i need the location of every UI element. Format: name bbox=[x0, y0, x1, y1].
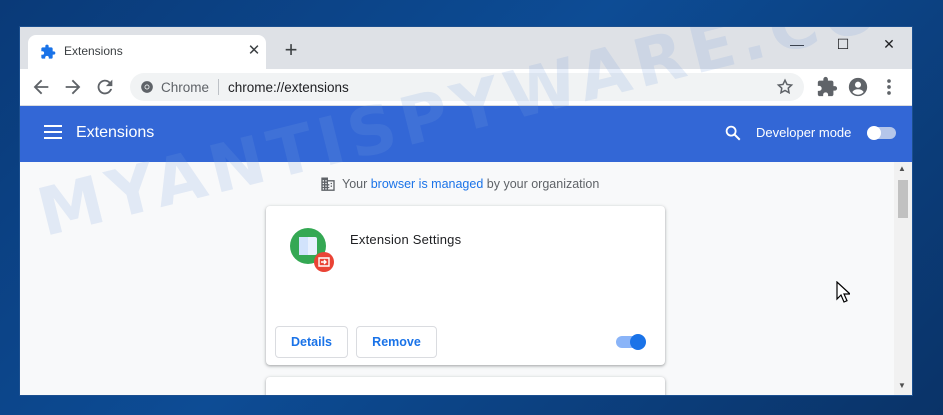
puzzle-icon[interactable] bbox=[816, 76, 838, 98]
reload-icon[interactable] bbox=[94, 76, 116, 98]
remove-button[interactable]: Remove bbox=[356, 326, 437, 358]
more-vert-icon[interactable] bbox=[878, 76, 900, 98]
tab-strip: Extensions ✕ + — ☐ ✕ bbox=[20, 27, 912, 69]
developer-mode-label: Developer mode bbox=[756, 125, 852, 140]
separator bbox=[218, 79, 219, 95]
address-bar[interactable]: Chrome chrome://extensions bbox=[130, 73, 804, 101]
extensions-header: Extensions Developer mode bbox=[20, 106, 912, 162]
browser-toolbar: Chrome chrome://extensions bbox=[20, 69, 912, 106]
developer-mode-toggle[interactable] bbox=[866, 126, 898, 140]
chrome-icon bbox=[141, 81, 153, 93]
details-button[interactable]: Details bbox=[275, 326, 348, 358]
managed-prefix: Your bbox=[342, 177, 371, 191]
extensions-puzzle-icon bbox=[41, 44, 56, 59]
page-title: Extensions bbox=[76, 124, 155, 141]
scroll-thumb[interactable] bbox=[898, 180, 908, 218]
extensions-content: Your browser is managed by your organiza… bbox=[20, 162, 894, 395]
extension-card bbox=[266, 377, 665, 395]
managed-link[interactable]: browser is managed bbox=[371, 177, 484, 191]
scroll-down-icon[interactable]: ▼ bbox=[898, 381, 906, 390]
managed-suffix: by your organization bbox=[483, 177, 600, 191]
profile-icon[interactable] bbox=[847, 76, 869, 98]
window-close-button[interactable]: ✕ bbox=[866, 31, 912, 57]
browser-window: Extensions ✕ + — ☐ ✕ Chrome chrome://ext… bbox=[20, 27, 912, 395]
tab-extensions[interactable]: Extensions ✕ bbox=[28, 35, 266, 69]
url-text[interactable]: chrome://extensions bbox=[228, 80, 349, 95]
search-icon[interactable] bbox=[724, 124, 742, 142]
maximize-button[interactable]: ☐ bbox=[820, 31, 866, 57]
minimize-button[interactable]: — bbox=[774, 31, 820, 57]
building-icon bbox=[321, 177, 335, 191]
site-label: Chrome bbox=[161, 80, 210, 95]
cursor-icon bbox=[836, 281, 850, 303]
scroll-up-icon[interactable]: ▲ bbox=[898, 164, 906, 173]
plus-icon[interactable]: + bbox=[280, 39, 302, 62]
scrollbar[interactable]: ▲ ▼ bbox=[894, 162, 912, 395]
extension-name: Extension Settings bbox=[350, 232, 462, 247]
back-arrow-icon[interactable] bbox=[30, 76, 52, 98]
managed-notice: Your browser is managed by your organiza… bbox=[320, 176, 599, 191]
extension-enable-toggle[interactable] bbox=[615, 334, 647, 350]
close-icon[interactable]: ✕ bbox=[244, 41, 264, 61]
star-icon[interactable] bbox=[776, 78, 794, 96]
hamburger-menu-icon[interactable] bbox=[44, 125, 62, 139]
tab-title: Extensions bbox=[64, 44, 123, 58]
forward-arrow-icon[interactable] bbox=[62, 76, 84, 98]
extension-card: Extension Settings Details Remove bbox=[266, 206, 850, 365]
extension-app-icon bbox=[290, 228, 334, 272]
